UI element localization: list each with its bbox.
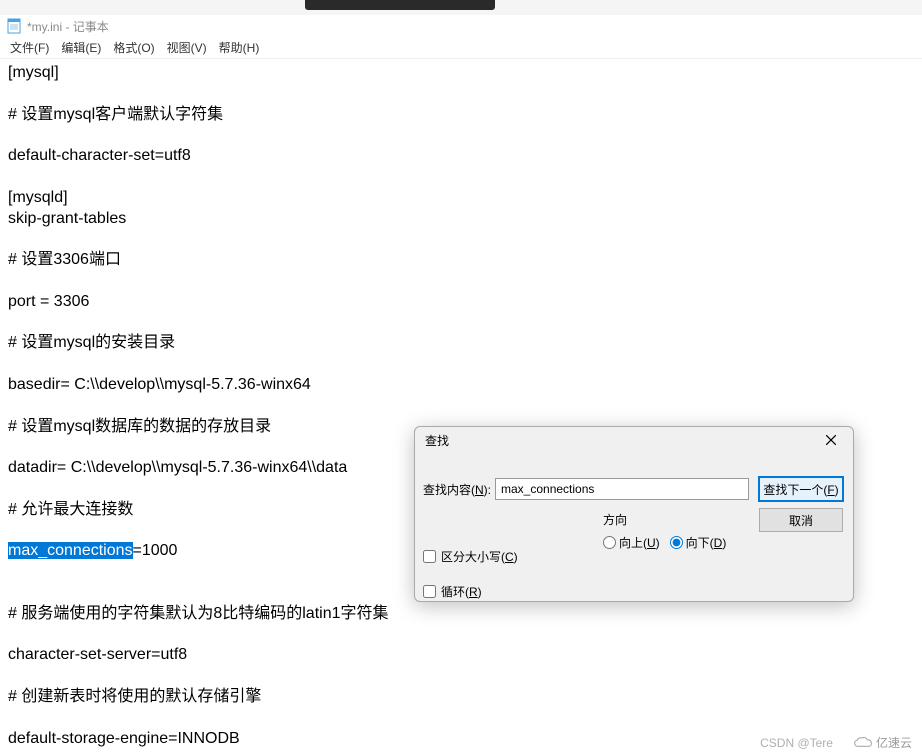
cloud-icon (853, 736, 873, 750)
find-next-button[interactable]: 查找下一个(F) (759, 477, 843, 501)
editor-line: basedir= C:\\develop\\mysql-5.7.36-winx6… (8, 375, 914, 396)
match-case-input[interactable] (423, 550, 436, 563)
find-dialog: 查找 查找内容(N): 查找下一个(F) 取消 方向 向上(U) 向下(D) (414, 426, 854, 602)
find-what-label: 查找内容(N): (423, 481, 491, 498)
find-what-input[interactable] (495, 478, 749, 500)
editor-line: # 设置3306端口 (8, 250, 914, 271)
window-title-bar: *my.ini - 记事本 (0, 15, 922, 37)
menu-help[interactable]: 帮助(H) (219, 39, 260, 56)
menu-file[interactable]: 文件(F) (10, 39, 49, 56)
editor-line (8, 167, 914, 188)
text-editor-content[interactable]: [mysql] # 设置mysql客户端默认字符集 default-characte… (0, 59, 922, 753)
editor-line: default-character-set=utf8 (8, 146, 914, 167)
window-title: *my.ini - 记事本 (27, 18, 109, 35)
menu-format[interactable]: 格式(O) (113, 39, 154, 56)
editor-line: port = 3306 (8, 292, 914, 313)
direction-up-radio[interactable]: 向上(U) (603, 534, 660, 551)
editor-line (8, 708, 914, 729)
editor-line (8, 271, 914, 292)
watermark: CSDN @Tere 亿速云 (760, 734, 912, 751)
editor-line: [mysql] (8, 63, 914, 84)
editor-line (8, 84, 914, 105)
radio-down-input[interactable] (670, 536, 683, 549)
wrap-around-input[interactable] (423, 585, 436, 598)
menu-edit[interactable]: 编辑(E) (61, 39, 101, 56)
selection-highlight: max_connections (8, 542, 133, 559)
editor-line (8, 354, 914, 375)
taskbar-thumb-dark (305, 0, 495, 10)
editor-line: # 设置mysql的安装目录 (8, 333, 914, 354)
editor-line: skip-grant-tables (8, 209, 914, 230)
editor-line: character-set-server=utf8 (8, 645, 914, 666)
editor-line (8, 396, 914, 417)
direction-down-radio[interactable]: 向下(D) (670, 534, 727, 551)
menu-bar: 文件(F) 编辑(E) 格式(O) 视图(V) 帮助(H) (0, 37, 922, 59)
editor-line (8, 229, 914, 250)
notepad-icon (6, 18, 22, 34)
editor-line (8, 625, 914, 646)
editor-line: # 服务端使用的字符集默认为8比特编码的latin1字符集 (8, 604, 914, 625)
cancel-button[interactable]: 取消 (759, 508, 843, 532)
direction-group: 方向 向上(U) 向下(D) (603, 511, 749, 559)
radio-up-input[interactable] (603, 536, 616, 549)
editor-line (8, 666, 914, 687)
find-dialog-title: 查找 (425, 432, 449, 449)
editor-line: # 创建新表时将使用的默认存储引擎 (8, 687, 914, 708)
editor-line: [mysqld] (8, 188, 914, 209)
direction-label: 方向 (603, 511, 749, 528)
editor-line (8, 313, 914, 334)
match-case-checkbox[interactable]: 区分大小写(C) (423, 548, 518, 565)
watermark-csdn: CSDN @Tere (760, 736, 833, 750)
menu-view[interactable]: 视图(V) (167, 39, 207, 56)
editor-line: # 设置mysql客户端默认字符集 (8, 105, 914, 126)
watermark-yisu: 亿速云 (853, 734, 912, 751)
taskbar-thumbs (0, 0, 922, 15)
editor-text: =1000 (133, 542, 178, 559)
wrap-around-checkbox[interactable]: 循环(R) (423, 583, 482, 600)
editor-line (8, 125, 914, 146)
find-dialog-titlebar: 查找 (415, 427, 853, 453)
find-dialog-body: 查找内容(N): 查找下一个(F) 取消 方向 向上(U) 向下(D) 区分大小… (415, 453, 853, 601)
close-icon[interactable] (819, 430, 843, 450)
